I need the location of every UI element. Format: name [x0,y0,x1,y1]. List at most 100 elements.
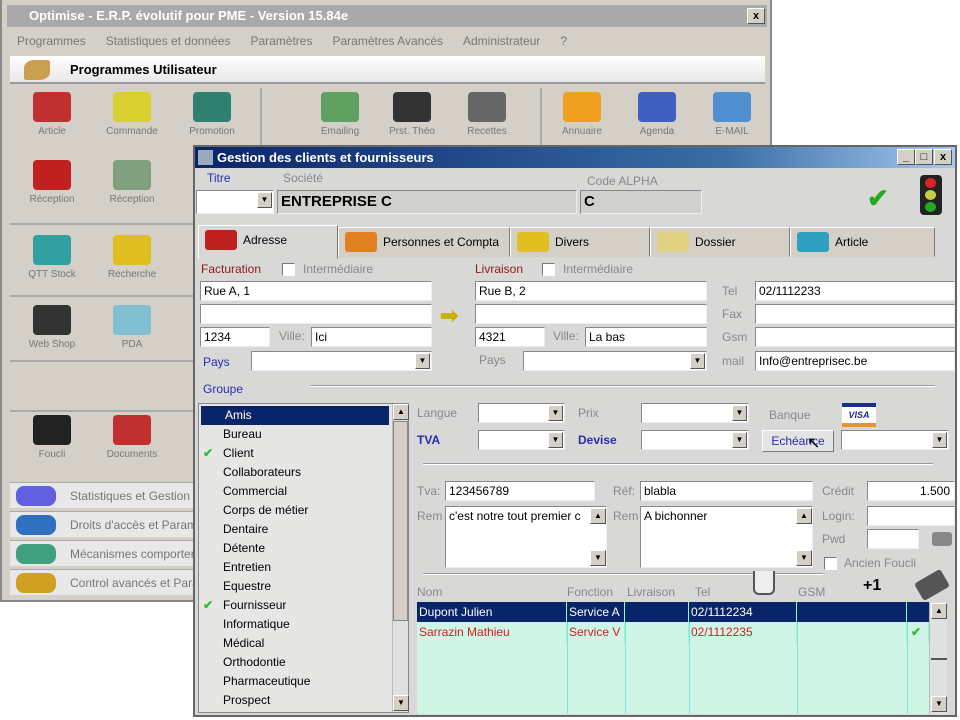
prix-select[interactable]: ▼ [641,403,749,423]
facturation-line2-input[interactable] [200,304,432,324]
scroll-up-button[interactable]: ▲ [590,508,606,524]
tile-emailing[interactable]: Emailing [305,92,375,137]
edit-tools-icon[interactable] [914,568,950,602]
group-item-equestre[interactable]: Equestre [199,577,391,596]
fax-input[interactable] [755,304,955,324]
tile-web-shop[interactable]: Web Shop [17,305,87,350]
tile-commande[interactable]: Commande [97,92,167,137]
group-item-amis[interactable]: Amis [201,406,389,425]
tile-article[interactable]: Article [17,92,87,137]
ref-input[interactable]: blabla [640,481,813,501]
livraison-cp-input[interactable]: 4321 [475,327,545,347]
visa-card-icon[interactable]: VISA [842,403,876,427]
column-header-gsm[interactable]: GSM [798,585,825,599]
group-item-informatique[interactable]: Informatique [199,615,391,634]
scroll-thumb[interactable] [393,421,408,621]
rem2-textarea[interactable]: A bichonner ▲ ▼ [640,506,813,568]
scroll-down-button[interactable]: ▼ [393,695,409,711]
trash-icon[interactable] [753,571,775,595]
tile-pda[interactable]: PDA [97,305,167,350]
group-item-detente[interactable]: Détente [199,539,391,558]
menu-statistiques-et-donnees[interactable]: Statistiques et données [106,34,231,48]
tab-divers[interactable]: Divers [510,227,650,257]
group-item-commercial[interactable]: Commercial [199,482,391,501]
column-header-nom[interactable]: Nom [417,585,442,599]
facturation-pays-select[interactable]: ▼ [251,351,432,371]
scroll-up-button[interactable]: ▲ [931,603,947,619]
tab-personnes-et-compta[interactable]: Personnes et Compta [338,227,510,257]
contact-row[interactable]: Dupont Julien Service A 02/1112234 [417,602,929,622]
titre-select[interactable]: ▼ [196,190,274,214]
contact-row[interactable]: Sarrazin Mathieu Service V 02/1112235 ✔ [417,622,929,642]
traffic-light-icon[interactable] [920,175,942,215]
tab-article[interactable]: Article [790,227,935,257]
group-item-entretien[interactable]: Entretien [199,558,391,577]
group-item-dentaire[interactable]: Dentaire [199,520,391,539]
tva-select[interactable]: ▼ [478,430,565,450]
scroll-up-button[interactable]: ▲ [393,404,409,420]
facturation-line1-input[interactable]: Rue A, 1 [200,281,432,301]
scroll-down-button[interactable]: ▼ [590,550,606,566]
tile-recettes[interactable]: Recettes [452,92,522,137]
group-item-prospect[interactable]: Prospect [199,691,391,710]
ancien-foucli-checkbox[interactable] [824,557,837,570]
group-item-bureau[interactable]: Bureau [199,425,391,444]
key-icon[interactable] [932,532,952,546]
section-statistiques-et-gestion[interactable]: Statistiques et Gestion [10,482,194,508]
scroll-down-button[interactable]: ▼ [931,696,947,712]
facturation-intermediaire-checkbox[interactable] [282,263,295,276]
scroll-up-button[interactable]: ▲ [796,508,812,524]
tile-e-mail[interactable]: E-MAIL [697,92,767,137]
livraison-ville-input[interactable]: La bas [585,327,707,347]
group-item-client[interactable]: ✔ Client [199,444,391,463]
facturation-ville-input[interactable]: Ici [311,327,432,347]
login-input[interactable] [867,506,955,526]
tab-dossier[interactable]: Dossier [650,227,790,257]
tile-prst-theo[interactable]: Prst. Théo [377,92,447,137]
group-item-corps-de-metier[interactable]: Corps de métier [199,501,391,520]
devise-select[interactable]: ▼ [641,430,749,450]
tile-recherche[interactable]: Recherche [97,235,167,280]
scroll-down-button[interactable]: ▼ [796,550,812,566]
tile-agenda[interactable]: Agenda [622,92,692,137]
maximize-button[interactable]: □ [915,149,933,165]
menu-[interactable]: ? [560,34,567,48]
facturation-cp-input[interactable]: 1234 [200,327,270,347]
tile-reception[interactable]: Réception [17,160,87,205]
tile-promotion[interactable]: Promotion [177,92,247,137]
minimize-button[interactable]: _ [897,149,915,165]
menu-programmes[interactable]: Programmes [17,34,86,48]
tva-number-input[interactable]: 123456789 [445,481,595,501]
menu-parametres-avances[interactable]: Paramètres Avancés [332,34,443,48]
langue-select[interactable]: ▼ [478,403,565,423]
column-header-livraison[interactable]: Livraison [627,585,675,599]
group-item-orthodontie[interactable]: Orthodontie [199,653,391,672]
column-header-fonction[interactable]: Fonction [567,585,613,599]
validate-check-icon[interactable]: ✔ [867,183,889,214]
scroll-thumb[interactable] [931,658,947,660]
livraison-pays-select[interactable]: ▼ [523,351,707,371]
contacts-grid[interactable]: Dupont Julien Service A 02/1112234 Sarrazin… [417,602,929,714]
group-list[interactable]: Amis Bureau ✔ Client Collaborateurs Commercia… [198,403,409,713]
group-item-collaborateurs[interactable]: Collaborateurs [199,463,391,482]
tile-foucli[interactable]: Foucli [17,415,87,460]
code-alpha-input[interactable]: C [580,190,702,214]
menu-administrateur[interactable]: Administrateur [463,34,540,48]
livraison-intermediaire-checkbox[interactable] [542,263,555,276]
tile-annuaire[interactable]: Annuaire [547,92,617,137]
tab-adresse[interactable]: Adresse [198,225,338,259]
main-close-button[interactable]: x [747,8,765,24]
tile-reception[interactable]: Réception [97,160,167,205]
echeance-button[interactable]: Echéance [762,430,834,452]
contacts-scrollbar[interactable]: ▲ ▼ [929,602,947,714]
section-mecanismes-comportementaux[interactable]: Mécanismes comportementaux [10,540,194,566]
column-header-tel[interactable]: Tel [695,585,710,599]
tel-input[interactable]: 02/1112233 [755,281,955,301]
tile-qtt-stock[interactable]: QTT Stock [17,235,87,280]
livraison-line1-input[interactable]: Rue B, 2 [475,281,707,301]
group-item-medical[interactable]: Médical [199,634,391,653]
societe-input[interactable]: ENTREPRISE C [277,190,577,214]
section-control-avances-et-parametres[interactable]: Control avancés et Paramètres [10,569,194,595]
echeance-select[interactable]: ▼ [841,430,949,450]
copy-address-arrow-icon[interactable]: ➡ [440,303,458,329]
